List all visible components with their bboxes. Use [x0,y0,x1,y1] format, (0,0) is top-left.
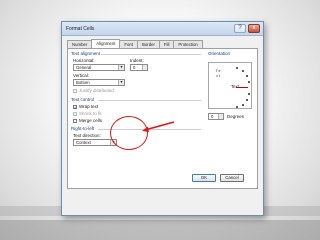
dial-dot [248,81,250,83]
indent-value: 0 [133,65,136,70]
text-direction-label: Text direction: [73,133,101,138]
dial-dot [248,93,250,95]
checkbox-box [73,118,77,123]
wrap-text-checkbox[interactable]: ✓ Wrap text [73,104,98,109]
vertical-select[interactable]: Bottom ▼ [73,79,125,86]
shrink-to-fit-label: Shrink to fit [79,111,102,116]
text-direction-select[interactable]: Context ▼ [73,139,117,146]
text-alignment-heading: Text alignment [71,51,101,56]
tab-border[interactable]: Border [137,40,160,48]
tab-number[interactable]: Number [67,40,93,48]
checkbox-box [73,88,77,93]
horizontal-label: Horizontal: [73,58,95,63]
merge-cells-label: Merge cells [79,118,103,123]
vertical-text-sample: T e x t [215,69,221,78]
vertical-select-value: Bottom [76,80,90,85]
section-divider [101,54,201,55]
justify-distributed-label: Justify distributed [79,88,114,93]
degrees-label: Degrees [227,114,245,119]
chevron-down-icon: ▼ [118,65,124,70]
shrink-to-fit-checkbox[interactable]: Shrink to fit [73,111,102,116]
indent-stepper[interactable]: 0 [130,64,148,71]
dial-dot [236,106,238,108]
background-band-bottom [0,220,320,240]
wrap-text-label: Wrap text [79,104,99,109]
text-control-heading: Text control [71,97,95,102]
tab-fill[interactable]: Fill [158,40,175,48]
title-bar: Format Cells ? x [62,22,263,36]
spinner-arrows-icon [218,114,223,119]
section-divider [98,100,201,101]
checkmark-icon: ✓ [73,104,78,110]
indent-label: Indent: [130,58,144,63]
tab-strip: Number Alignment Font Border Fill Protec… [67,39,203,48]
dial-dot [242,70,244,72]
dial-dot [246,75,248,77]
tab-protection[interactable]: Protection [173,40,203,48]
alignment-panel: Text alignment Horizontal: General ▼ Ind… [67,48,258,189]
degrees-stepper[interactable]: 0 [208,113,224,120]
tab-alignment[interactable]: Alignment [91,39,121,48]
justify-distributed-checkbox[interactable]: Justify distributed [73,88,114,93]
horizontal-select[interactable]: General ▼ [73,64,125,71]
dial-dot [242,104,244,106]
dialog-title: Format Cells [66,26,95,32]
close-button[interactable]: x [248,24,260,33]
orientation-heading: Orientation [208,51,231,56]
chevron-down-icon: ▼ [118,80,124,85]
ok-button[interactable]: OK [192,174,216,182]
degrees-value: 0 [211,114,214,119]
text-direction-value: Context [76,140,91,145]
help-button[interactable]: ? [234,24,246,33]
annotation-arrow-icon [142,121,175,132]
merge-cells-checkbox[interactable]: Merge cells [73,118,102,123]
format-cells-dialog: Format Cells ? x Number Alignment Font B… [61,21,264,216]
cancel-button[interactable]: Cancel [220,174,244,182]
right-to-left-heading: Right-to-left [71,126,95,131]
tab-font[interactable]: Font [119,40,139,48]
checkbox-box [73,111,77,116]
spinner-arrows-icon [142,65,147,70]
dial-dot [236,67,238,69]
orientation-needle[interactable] [236,87,248,88]
vertical-label: Vertical: [73,73,90,78]
horizontal-select-value: General [76,65,92,70]
dial-dot [246,99,248,101]
orientation-dial[interactable]: T e x t Text [208,62,252,109]
